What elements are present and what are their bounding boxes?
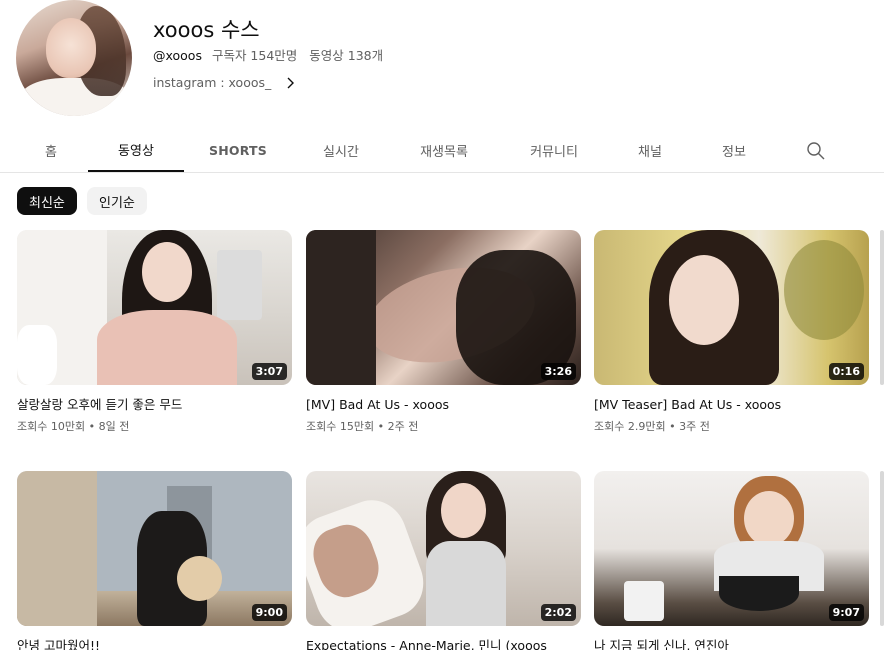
video-meta: 조회수 15만회 • 2주 전 <box>306 420 419 433</box>
channel-tabs: 홈 동영상 SHORTS 실시간 재생목록 커뮤니티 채널 정보 <box>0 128 884 173</box>
video-duration: 9:07 <box>828 604 864 621</box>
channel-name: xooos 수스 <box>153 18 260 42</box>
thumb-face <box>142 242 192 302</box>
video-title[interactable]: 살랑살랑 오후에 듣기 좋은 무드 <box>17 397 292 413</box>
tab-about[interactable]: 정보 <box>706 128 762 172</box>
video-duration: 3:26 <box>540 363 576 380</box>
next-card-peek <box>880 230 884 385</box>
channel-link[interactable]: instagram : xooos_ <box>153 75 297 90</box>
thumb-leaves <box>784 240 864 340</box>
video-thumbnail[interactable]: 0:16 <box>594 230 869 385</box>
tab-live[interactable]: 실시간 <box>306 128 376 172</box>
video-card[interactable]: 0:16 [MV Teaser] Bad At Us - xooos 조회수 2… <box>594 230 869 434</box>
tab-shorts[interactable]: SHORTS <box>200 128 276 172</box>
thumb-cup <box>624 581 664 621</box>
tab-channels[interactable]: 채널 <box>622 128 678 172</box>
video-card[interactable]: 2:02 Expectations - Anne-Marie, 민니 (xooo… <box>306 471 581 650</box>
tab-home[interactable]: 홈 <box>22 128 80 172</box>
video-title[interactable]: [MV Teaser] Bad At Us - xooos <box>594 397 869 413</box>
channel-link-text: instagram : xooos_ <box>153 75 272 90</box>
video-title[interactable]: Expectations - Anne-Marie, 민니 (xooos <box>306 638 581 650</box>
video-card[interactable]: 9:00 안녕 고마웠어!! <box>17 471 292 650</box>
thumb-body <box>426 541 506 626</box>
video-title[interactable]: [MV] Bad At Us - xooos <box>306 397 581 413</box>
chevron-right-icon[interactable] <box>283 76 297 90</box>
video-card[interactable]: 9:07 나 지금 되게 신나, 연진아 <box>594 471 869 650</box>
thumb-cabinet <box>217 250 262 320</box>
thumb-wall <box>17 471 97 626</box>
thumb-face <box>744 491 794 546</box>
video-duration: 2:02 <box>540 604 576 621</box>
video-meta: 조회수 10만회 • 8일 전 <box>17 420 130 433</box>
search-icon[interactable] <box>806 141 826 161</box>
chip-popular[interactable]: 인기순 <box>87 187 147 215</box>
video-age: 3주 전 <box>679 420 710 433</box>
video-title[interactable]: 나 지금 되게 신나, 연진아 <box>594 638 869 650</box>
video-views: 조회수 10만회 <box>17 420 86 433</box>
video-count: 동영상 138개 <box>309 48 384 63</box>
video-age: 2주 전 <box>387 420 419 433</box>
tab-community[interactable]: 커뮤니티 <box>514 128 594 172</box>
channel-avatar[interactable] <box>16 0 132 116</box>
video-duration: 3:07 <box>251 363 287 380</box>
tab-videos[interactable]: 동영상 <box>88 128 184 172</box>
video-duration: 0:16 <box>828 363 864 380</box>
next-card-peek <box>880 471 884 626</box>
thumb-face <box>669 255 739 345</box>
thumb-bowl <box>719 576 799 611</box>
video-duration: 9:00 <box>251 604 287 621</box>
subscriber-count: 구독자 154만명 <box>211 48 298 63</box>
chip-latest[interactable]: 최신순 <box>17 187 77 215</box>
thumb-shadow <box>306 230 376 385</box>
channel-handle: @xooos <box>153 48 202 63</box>
video-thumbnail[interactable]: 9:07 <box>594 471 869 626</box>
tab-playlists[interactable]: 재생목록 <box>404 128 484 172</box>
video-thumbnail[interactable]: 3:26 <box>306 230 581 385</box>
video-thumbnail[interactable]: 3:07 <box>17 230 292 385</box>
video-views: 조회수 15만회 <box>306 420 375 433</box>
video-thumbnail[interactable]: 9:00 <box>17 471 292 626</box>
video-card[interactable]: 3:26 [MV] Bad At Us - xooos 조회수 15만회 • 2… <box>306 230 581 434</box>
channel-meta: @xooos 구독자 154만명 동영상 138개 <box>153 45 383 64</box>
thumb-body <box>97 310 237 385</box>
video-card[interactable]: 3:07 살랑살랑 오후에 듣기 좋은 무드 조회수 10만회 • 8일 전 <box>17 230 292 434</box>
thumb-face <box>441 483 486 538</box>
thumb-bag <box>177 556 222 601</box>
video-age: 8일 전 <box>98 420 130 433</box>
thumb-pillow <box>17 325 57 385</box>
avatar-face <box>46 18 96 78</box>
video-title[interactable]: 안녕 고마웠어!! <box>17 638 292 650</box>
video-thumbnail[interactable]: 2:02 <box>306 471 581 626</box>
video-views: 조회수 2.9만회 <box>594 420 666 433</box>
video-meta: 조회수 2.9만회 • 3주 전 <box>594 420 710 433</box>
channel-header: xooos 수스 @xooos 구독자 154만명 동영상 138개 insta… <box>0 0 884 125</box>
